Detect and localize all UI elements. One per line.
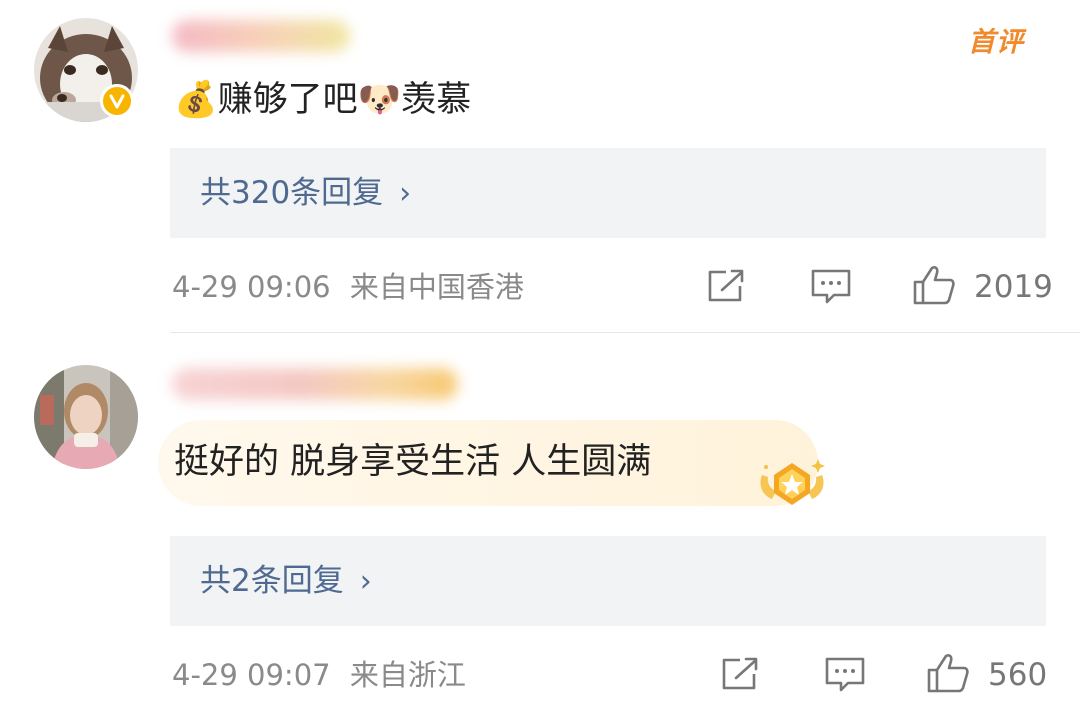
chevron-right-icon: › <box>399 176 412 211</box>
comment-meta: 4-29 09:06 来自中国香港 <box>172 267 524 307</box>
username-blurred[interactable] <box>172 20 350 52</box>
comment-text: 挺好的 脱身享受生活 人生圆满 <box>174 442 652 482</box>
reply-box[interactable]: 共320条回复 › <box>170 148 1046 238</box>
comment-text: 💰赚够了吧🐶羡慕 <box>174 80 472 120</box>
comment-icon[interactable] <box>810 268 852 306</box>
avatar[interactable] <box>34 365 138 469</box>
view-replies-link[interactable]: 共320条回复 › <box>200 172 411 215</box>
timestamp: 4-29 09:06 <box>172 270 331 304</box>
location: 来自浙江 <box>349 658 466 692</box>
like-count: 560 <box>988 657 1048 693</box>
like-count: 2019 <box>974 269 1053 305</box>
reply-box[interactable]: 共2条回复 › <box>170 536 1046 626</box>
location: 来自中国香港 <box>349 270 524 304</box>
money-bag-emoji: 💰 <box>174 80 218 120</box>
share-icon[interactable] <box>706 268 746 304</box>
comment-icon[interactable] <box>824 656 866 694</box>
first-comment-badge: 首评 <box>968 27 1024 58</box>
thumbs-up-icon[interactable] <box>926 652 970 694</box>
dog-emoji: 🐶 <box>357 80 402 120</box>
thumbs-up-icon[interactable] <box>912 264 956 306</box>
chevron-right-icon: › <box>359 564 372 599</box>
share-icon[interactable] <box>720 656 760 692</box>
timestamp: 4-29 09:07 <box>172 658 331 692</box>
star-medal-icon <box>760 459 825 505</box>
comment-meta: 4-29 09:07 来自浙江 <box>172 655 466 695</box>
view-replies-link[interactable]: 共2条回复 › <box>200 560 372 603</box>
verified-v-icon <box>100 84 134 118</box>
divider <box>170 332 1080 333</box>
username-blurred[interactable] <box>172 368 458 400</box>
